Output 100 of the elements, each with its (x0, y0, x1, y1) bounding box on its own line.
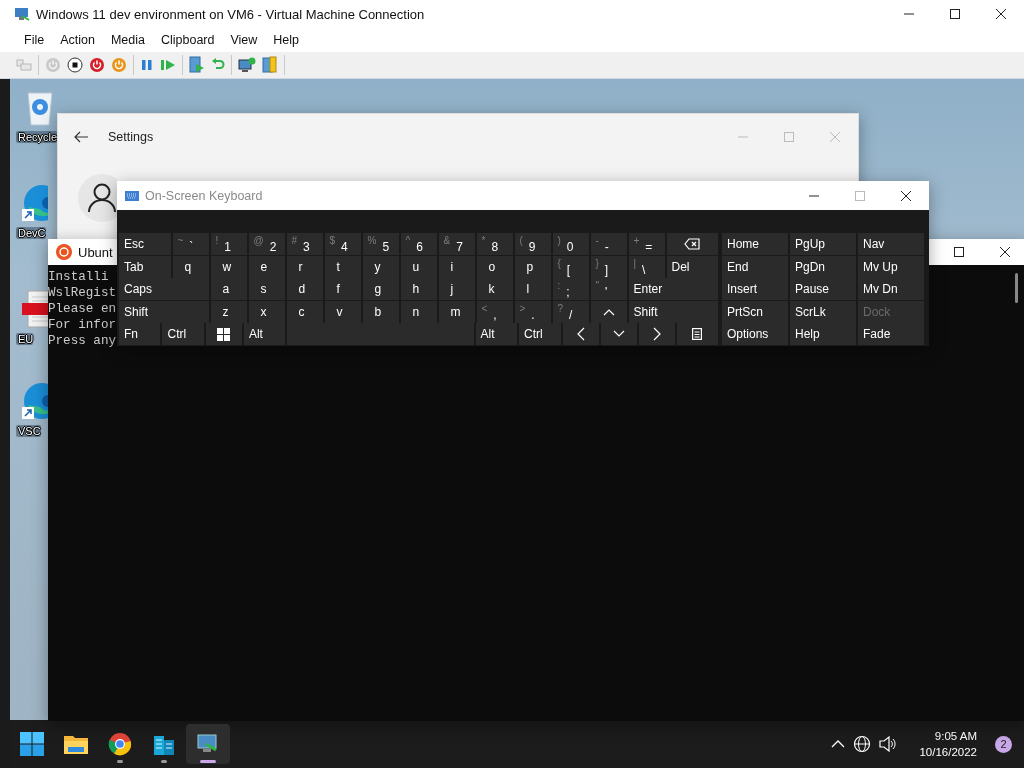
key[interactable]: < , (476, 300, 513, 323)
key[interactable]: Esc (119, 233, 171, 255)
key[interactable]: @ 2 (248, 233, 285, 255)
key[interactable]: t (324, 255, 361, 278)
key[interactable]: Caps (119, 278, 209, 300)
key[interactable]: d (286, 278, 323, 300)
menu-item[interactable]: Help (265, 33, 308, 47)
power-icon[interactable] (89, 57, 105, 73)
key[interactable] (676, 323, 718, 345)
key[interactable]: PgUp (790, 233, 856, 255)
key[interactable]: c (286, 300, 323, 323)
key[interactable]: u (400, 255, 437, 278)
key[interactable]: j (438, 278, 475, 300)
clock-date[interactable]: 10/16/2022 (919, 744, 977, 760)
key[interactable]: Insert (722, 278, 788, 301)
key[interactable]: Fade (858, 323, 924, 346)
pause-icon[interactable] (140, 58, 154, 72)
key[interactable]: > . (514, 300, 551, 323)
key[interactable]: { [ (552, 255, 589, 278)
pdf-file-icon[interactable] (20, 289, 48, 329)
key[interactable]: Ctrl (162, 323, 204, 345)
key[interactable]: m (438, 300, 475, 323)
key[interactable]: n (400, 300, 437, 323)
key[interactable]: l (514, 278, 551, 300)
key[interactable]: v (324, 300, 361, 323)
key[interactable]: " ' (590, 278, 627, 300)
key[interactable]: s (248, 278, 285, 300)
back-arrow-icon[interactable] (74, 131, 88, 143)
key[interactable]: $ 4 (324, 233, 361, 255)
power-icon[interactable] (111, 57, 127, 73)
key[interactable]: z (210, 300, 247, 323)
key[interactable] (205, 323, 242, 345)
key[interactable] (666, 233, 718, 255)
menu-item[interactable]: View (222, 33, 266, 47)
key[interactable]: ! 1 (210, 233, 247, 255)
key[interactable]: Tab (119, 255, 171, 278)
speaker-icon[interactable] (879, 736, 898, 752)
key[interactable]: x (248, 300, 285, 323)
key[interactable]: ^ 6 (400, 233, 437, 255)
notification-badge[interactable]: 2 (995, 735, 1012, 753)
key[interactable]: Shift (119, 300, 209, 323)
chevron-up-icon[interactable] (831, 740, 846, 748)
key[interactable]: p (514, 255, 551, 278)
key[interactable]: g (362, 278, 399, 300)
key[interactable]: + = (628, 233, 665, 255)
monitor-icon[interactable] (238, 56, 256, 74)
undo-icon[interactable] (211, 58, 225, 72)
key[interactable]: ScrLk (790, 300, 856, 323)
key[interactable]: ~ ` (172, 233, 209, 255)
key[interactable]: - - (590, 233, 627, 255)
key[interactable]: o (476, 255, 513, 278)
key[interactable]: Pause (790, 278, 856, 301)
key[interactable]: Enter (628, 278, 718, 300)
menu-item[interactable]: Action (52, 33, 103, 47)
document-icon[interactable] (262, 56, 278, 74)
key[interactable]: b (362, 300, 399, 323)
key[interactable]: PgDn (790, 255, 856, 278)
key[interactable]: ) 0 (552, 233, 589, 255)
key[interactable]: h (400, 278, 437, 300)
key[interactable]: PrtScn (722, 300, 788, 323)
key[interactable]: w (210, 255, 247, 278)
key[interactable]: Del (666, 255, 718, 278)
key[interactable]: k (476, 278, 513, 300)
scrollbar[interactable] (1015, 273, 1018, 303)
taskbar-button[interactable] (186, 724, 230, 764)
key[interactable]: Mv Dn (858, 278, 924, 301)
key[interactable]: * 8 (476, 233, 513, 255)
key[interactable]: ? / (552, 300, 589, 323)
key[interactable]: } ] (590, 255, 627, 278)
key[interactable]: i (438, 255, 475, 278)
key[interactable]: Mv Up (858, 255, 924, 278)
key[interactable]: Shift (628, 300, 718, 323)
key[interactable]: q (172, 255, 209, 278)
document-icon[interactable] (189, 56, 205, 74)
key[interactable]: End (722, 255, 788, 278)
globe-icon[interactable] (853, 735, 872, 753)
key[interactable]: e (248, 255, 285, 278)
key[interactable]: f (324, 278, 361, 300)
key[interactable]: Options (722, 323, 788, 346)
key[interactable]: # 3 (286, 233, 323, 255)
key[interactable]: Fn (119, 323, 161, 345)
stop-icon[interactable] (67, 57, 83, 73)
menu-item[interactable]: Clipboard (152, 33, 223, 47)
menu-item[interactable]: Media (102, 33, 153, 47)
key[interactable]: Alt (475, 323, 518, 345)
key[interactable]: Home (722, 233, 788, 255)
key[interactable]: | \ (628, 255, 665, 278)
key[interactable]: Ctrl (519, 323, 561, 345)
play-icon[interactable] (160, 58, 176, 72)
key[interactable]: y (362, 255, 399, 278)
key[interactable]: Alt (243, 323, 286, 345)
key[interactable]: : ; (552, 278, 589, 300)
clock-time[interactable]: 9:05 AM (934, 728, 977, 744)
key[interactable]: & 7 (438, 233, 475, 255)
key[interactable]: r (286, 255, 323, 278)
key[interactable]: % 5 (362, 233, 399, 255)
key[interactable]: a (210, 278, 247, 300)
menu-item[interactable]: File (16, 33, 53, 47)
key[interactable]: Help (790, 323, 856, 346)
key[interactable]: ( 9 (514, 233, 551, 255)
